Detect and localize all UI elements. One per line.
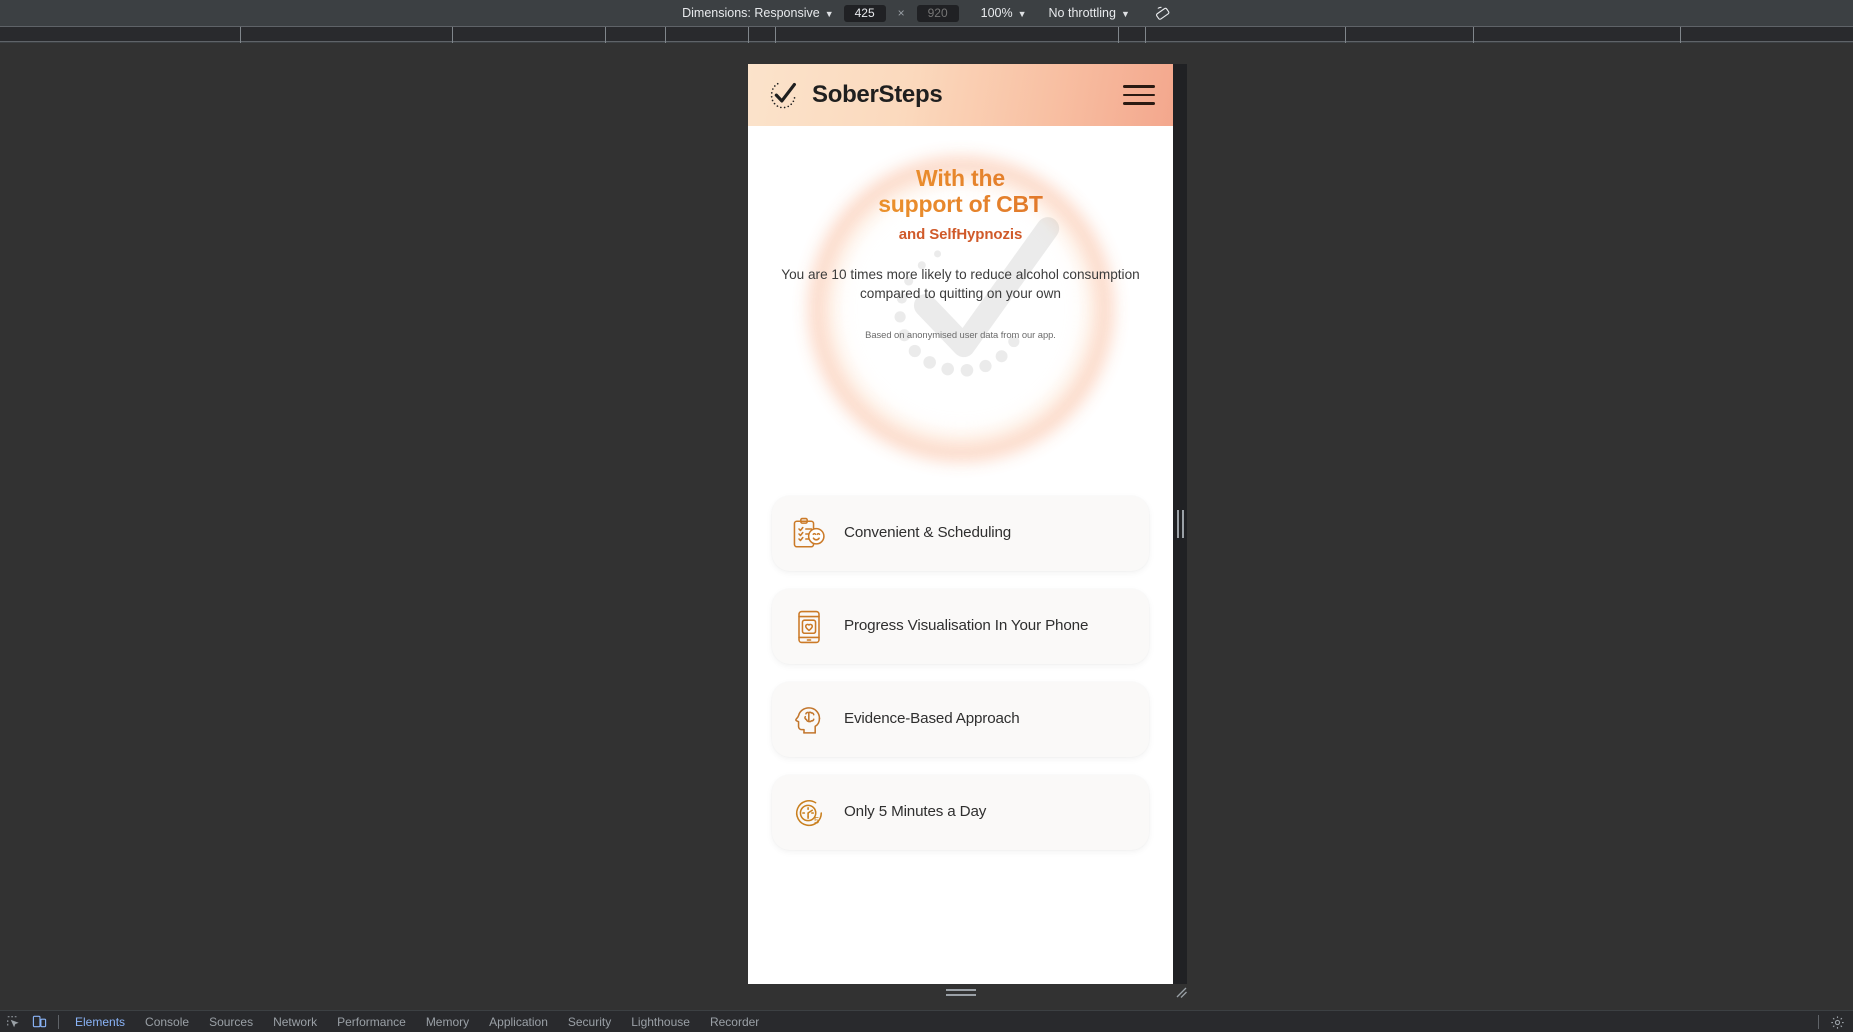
settings-divider [1818, 1015, 1819, 1029]
chevron-down-icon: ▼ [1120, 8, 1130, 19]
chevron-down-icon: ▼ [824, 8, 834, 19]
ruler-tick [665, 27, 666, 43]
devtools-tab-security[interactable]: Security [558, 1011, 621, 1032]
app-title: SoberSteps [812, 81, 943, 108]
ruler-tick [452, 27, 453, 43]
throttling-label: No throttling [1048, 6, 1116, 20]
chevron-down-icon: ▼ [1017, 8, 1027, 19]
feature-card-progress-visualisation[interactable]: Progress Visualisation In Your Phone [772, 589, 1149, 664]
feature-label: Convenient & Scheduling [844, 524, 1012, 542]
feature-label: Evidence-Based Approach [844, 710, 1020, 728]
phone-heart-icon [788, 606, 830, 648]
app-header: SoberSteps [748, 64, 1173, 126]
viewport-ruler [0, 26, 1853, 43]
device-emulation-toolbar: Dimensions: Responsive ▼ × 100% ▼ No thr… [0, 0, 1853, 26]
ruler-tick [240, 27, 241, 43]
svg-text:5: 5 [814, 815, 819, 826]
clipboard-smiley-icon [788, 513, 830, 555]
zoom-dropdown[interactable]: 100% ▼ [981, 6, 1027, 20]
dimension-separator: × [897, 6, 905, 20]
rotate-device-icon[interactable] [1154, 5, 1171, 22]
ruler-tick [1680, 27, 1681, 43]
feature-label: Only 5 Minutes a Day [844, 803, 987, 821]
devtools-tab-performance[interactable]: Performance [327, 1011, 416, 1032]
head-brain-icon [788, 699, 830, 741]
toolbar-divider [58, 1014, 59, 1029]
inspect-element-icon[interactable] [0, 1011, 26, 1032]
feature-label: Progress Visualisation In Your Phone [844, 617, 1089, 635]
checkmark-dotted-circle-logo [766, 77, 802, 113]
hamburger-menu-icon[interactable] [1123, 82, 1155, 108]
ruler-tick [1118, 27, 1119, 43]
zoom-label: 100% [980, 6, 1013, 20]
hero-content: With the support of CBT and SelfHypnozis… [748, 126, 1173, 341]
viewport-height-input[interactable] [916, 4, 959, 22]
hero-caption: Based on anonymised user data from our a… [865, 329, 1056, 341]
ruler-tick [605, 27, 606, 43]
devtools-tab-sources[interactable]: Sources [199, 1011, 263, 1032]
toggle-device-toolbar-icon[interactable] [26, 1011, 52, 1032]
ruler-tick [775, 27, 776, 43]
devtools-tab-lighthouse[interactable]: Lighthouse [621, 1011, 700, 1032]
hero-body-text: You are 10 times more likely to reduce a… [781, 266, 1140, 301]
hero-title-line-1: With the [916, 165, 1005, 191]
devtools-tab-network[interactable]: Network [263, 1011, 327, 1032]
gear-icon[interactable] [1830, 1011, 1845, 1032]
device-viewport: SoberSteps With the support of CBT and S… [748, 64, 1173, 984]
devtools-tab-console[interactable]: Console [135, 1011, 199, 1032]
viewport-width-input[interactable] [843, 4, 886, 22]
hero-title-line-2: support of CBT [878, 190, 1043, 217]
dimensions-dropdown[interactable]: Dimensions: Responsive ▼ [682, 6, 833, 20]
devtools-tab-recorder[interactable]: Recorder [700, 1011, 769, 1032]
devtools-tab-bar: Elements Console Sources Network Perform… [0, 1010, 1853, 1032]
ruler-tick [1473, 27, 1474, 43]
viewport-resize-handle-corner[interactable] [1173, 984, 1189, 1000]
feature-list: Convenient & Scheduling Progress Visuali… [748, 492, 1173, 850]
feature-card-five-minutes[interactable]: 5 Only 5 Minutes a Day [772, 775, 1149, 850]
hero-subtitle: and SelfHypnozis [898, 225, 1023, 243]
clock-five-minutes-icon: 5 [788, 792, 830, 834]
viewport-resize-handle-bottom[interactable] [748, 984, 1173, 1000]
devtools-tab-memory[interactable]: Memory [416, 1011, 479, 1032]
viewport-resize-handle-right[interactable] [1173, 64, 1187, 984]
ruler-tick [748, 27, 749, 43]
dimensions-label: Dimensions: Responsive [682, 6, 820, 20]
devtools-window: Dimensions: Responsive ▼ × 100% ▼ No thr… [0, 0, 1853, 1032]
hero-section: With the support of CBT and SelfHypnozis… [748, 126, 1173, 492]
ruler-tick [1145, 27, 1146, 43]
feature-card-evidence-based[interactable]: Evidence-Based Approach [772, 682, 1149, 757]
device-canvas: SoberSteps With the support of CBT and S… [0, 43, 1853, 1018]
devtools-tab-elements[interactable]: Elements [65, 1011, 135, 1032]
throttling-dropdown[interactable]: No throttling ▼ [1049, 6, 1130, 20]
feature-card-convenient-scheduling[interactable]: Convenient & Scheduling [772, 496, 1149, 571]
hero-title: With the support of CBT [748, 166, 1173, 218]
ruler-tick [1345, 27, 1346, 43]
devtools-tab-application[interactable]: Application [479, 1011, 558, 1032]
